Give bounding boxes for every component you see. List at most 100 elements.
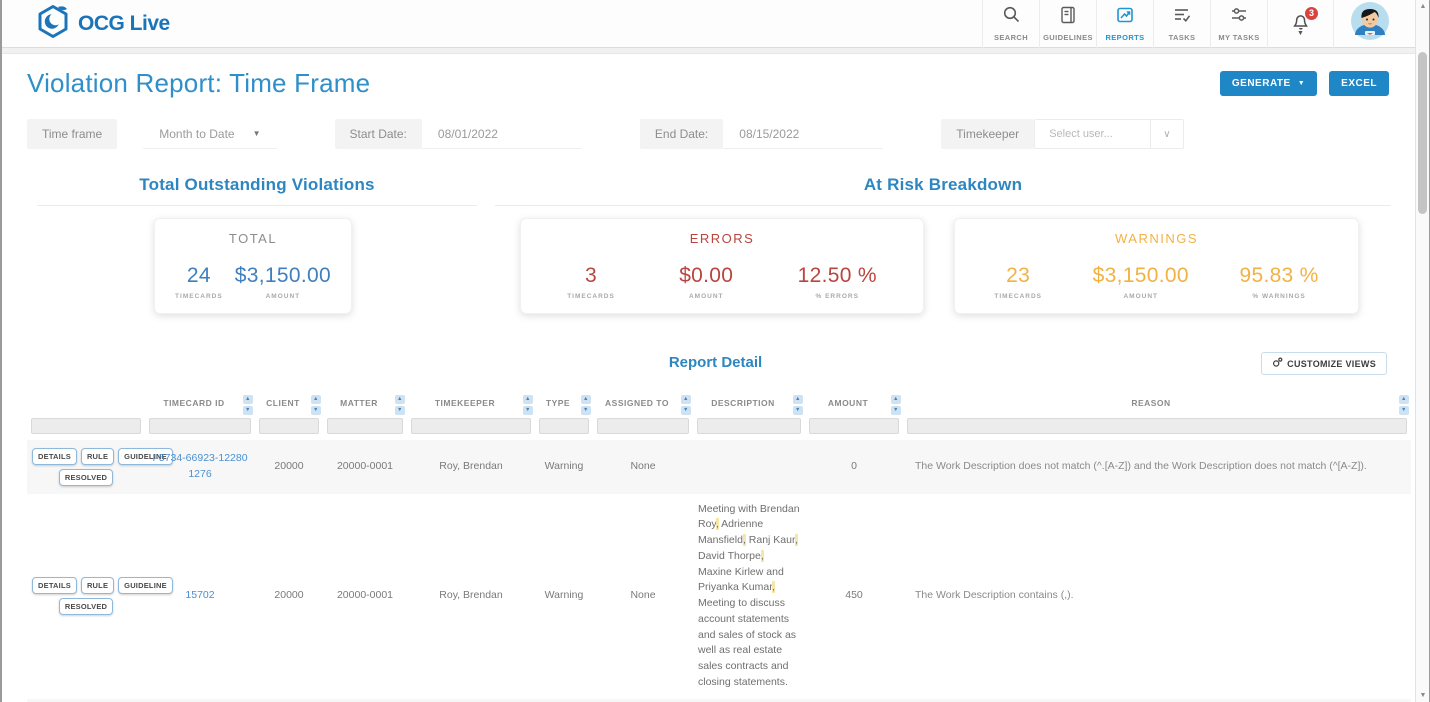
- type-cell: Warning: [535, 494, 593, 699]
- timecard-id-link[interactable]: 15702: [185, 589, 214, 601]
- main-nav: SEARCH GUIDELINES: [982, 0, 1405, 48]
- stat-timecards: 23 TIMECARDS: [994, 264, 1042, 300]
- nav-item-tasks[interactable]: TASKS: [1153, 0, 1210, 48]
- assigned-to-cell: None: [593, 494, 693, 699]
- end-date-label: End Date:: [640, 119, 723, 149]
- col-matter[interactable]: MATTER▲▼: [323, 392, 407, 413]
- rule-button[interactable]: RULE: [81, 448, 114, 465]
- nav-item-guidelines[interactable]: GUIDELINES: [1039, 0, 1096, 48]
- excel-button[interactable]: EXCEL: [1329, 71, 1389, 96]
- scroll-up-icon[interactable]: ▲: [1416, 3, 1430, 10]
- sort-buttons[interactable]: ▲▼: [311, 395, 321, 415]
- filter-actions-input[interactable]: [31, 418, 141, 434]
- notifications-button[interactable]: ▼ 3: [1267, 0, 1333, 48]
- user-menu[interactable]: [1333, 0, 1405, 48]
- details-button[interactable]: DETAILS: [32, 577, 77, 594]
- ocg-logo-icon: [36, 4, 70, 43]
- chevron-down-icon: ▼: [253, 129, 261, 138]
- errors-card-title: ERRORS: [521, 231, 923, 246]
- sort-buttons[interactable]: ▲▼: [523, 395, 533, 415]
- guideline-button[interactable]: GUIDELINE: [118, 577, 173, 594]
- assigned-to-cell: None: [593, 440, 693, 494]
- timecard-id-link[interactable]: I-5734-66923-122801276: [152, 452, 247, 480]
- col-description[interactable]: DESCRIPTION▲▼: [693, 392, 805, 413]
- end-date-input[interactable]: 08/15/2022: [723, 119, 883, 149]
- brand-logo[interactable]: OCG Live: [36, 4, 170, 43]
- actions-cell: DETAILS RULE GUIDELINE RESOLVED: [27, 440, 145, 494]
- actions-cell: DETAILS RULE GUIDELINE RESOLVED: [27, 494, 145, 699]
- start-date-input[interactable]: 08/01/2022: [422, 119, 582, 149]
- filter-timecard-input[interactable]: [149, 418, 251, 434]
- top-bar: OCG Live SEARCH GUID: [2, 0, 1429, 48]
- nav-label: REPORTS: [1105, 33, 1144, 42]
- stat-amount: $3,150.00 AMOUNT: [1093, 264, 1189, 300]
- timekeeper-select[interactable]: Select user... ∨: [1034, 119, 1183, 149]
- details-button[interactable]: DETAILS: [32, 448, 77, 465]
- filter-row: [27, 413, 1411, 440]
- nav-item-my-tasks[interactable]: MY TASKS: [1210, 0, 1267, 48]
- timekeeper-cell: Roy, Brendan: [407, 440, 535, 494]
- vertical-scrollbar[interactable]: ▲ ▼: [1415, 0, 1429, 702]
- nav-label: SEARCH: [994, 33, 1028, 42]
- filter-timekeeper-input[interactable]: [411, 418, 531, 434]
- col-client[interactable]: CLIENT▲▼: [255, 392, 323, 413]
- errors-card: ERRORS 3 TIMECARDS $0.00 AMOUNT 12.50 % …: [520, 218, 924, 314]
- filter-type-input[interactable]: [539, 418, 589, 434]
- bell-caret-icon: ▼: [1297, 30, 1304, 37]
- nav-label: TASKS: [1169, 33, 1196, 42]
- sort-buttons[interactable]: ▲▼: [395, 395, 405, 415]
- actions-column-header: [27, 392, 145, 413]
- client-cell: 20000: [255, 440, 323, 494]
- assigned-to-cell: None: [593, 699, 693, 702]
- divider: [37, 205, 477, 206]
- sort-buttons[interactable]: ▲▼: [793, 395, 803, 415]
- avatar: [1351, 2, 1389, 45]
- type-cell: Warning: [535, 440, 593, 494]
- scroll-down-icon[interactable]: ▼: [1416, 692, 1430, 699]
- total-card-title: TOTAL: [155, 231, 351, 246]
- description-cell: Meeting with Brendan Roy, Adrienne Mansf…: [693, 494, 805, 699]
- timekeeper-label: Timekeeper: [941, 119, 1034, 149]
- customize-views-button[interactable]: CUSTOMIZE VIEWS: [1261, 352, 1387, 375]
- sort-buttons[interactable]: ▲▼: [243, 395, 253, 415]
- filter-assigned-input[interactable]: [597, 418, 689, 434]
- nav-item-reports[interactable]: REPORTS: [1096, 0, 1153, 48]
- resolved-button[interactable]: RESOLVED: [59, 598, 113, 615]
- sort-buttons[interactable]: ▲▼: [1399, 395, 1409, 415]
- client-cell: 20000: [255, 494, 323, 699]
- matter-cell: 20000-0001: [323, 440, 407, 494]
- sort-buttons[interactable]: ▲▼: [681, 395, 691, 415]
- reason-cell: The Work Description contains (,).: [903, 494, 1411, 699]
- col-amount[interactable]: AMOUNT▲▼: [805, 392, 903, 413]
- filter-matter-input[interactable]: [327, 418, 403, 434]
- amount-cell: 0: [805, 440, 903, 494]
- timecard-id-cell: I-5734-66923-169985570: [145, 699, 255, 702]
- brand-name: OCG Live: [78, 12, 170, 36]
- generate-button[interactable]: GENERATE ▼: [1220, 71, 1317, 96]
- timekeeper-cell: Roy, Brendan: [407, 699, 535, 702]
- filter-reason-input[interactable]: [907, 418, 1407, 434]
- filter-amount-input[interactable]: [809, 418, 899, 434]
- notification-badge: 3: [1304, 6, 1319, 21]
- col-type[interactable]: TYPE▲▼: [535, 392, 593, 413]
- sort-buttons[interactable]: ▲▼: [581, 395, 591, 415]
- time-frame-select[interactable]: Month to Date ▼: [143, 119, 276, 149]
- matter-cell: 20000-0001: [323, 494, 407, 699]
- client-cell: [255, 699, 323, 702]
- chevron-down-icon: ∨: [1150, 120, 1182, 148]
- col-timekeeper[interactable]: TIMEKEEPER▲▼: [407, 392, 535, 413]
- nav-item-search[interactable]: SEARCH: [982, 0, 1039, 48]
- col-assigned-to[interactable]: ASSIGNED TO▲▼: [593, 392, 693, 413]
- filter-description-input[interactable]: [697, 418, 801, 434]
- sort-buttons[interactable]: ▲▼: [891, 395, 901, 415]
- total-outstanding-title: Total Outstanding Violations: [37, 175, 477, 195]
- filter-client-input[interactable]: [259, 418, 319, 434]
- report-detail-title: Report Detail: [2, 354, 1429, 371]
- col-timecard-id[interactable]: TIMECARD ID▲▼: [145, 392, 255, 413]
- report-table: TIMECARD ID▲▼ CLIENT▲▼ MATTER▲▼ TIMEKEEP…: [27, 392, 1411, 702]
- resolved-button[interactable]: RESOLVED: [59, 469, 113, 486]
- rule-button[interactable]: RULE: [81, 577, 114, 594]
- table-row: DETAILS RULE GUIDELINE RESOLVED I-5734-6…: [27, 699, 1411, 702]
- col-reason[interactable]: REASON▲▼: [903, 392, 1411, 413]
- scrollbar-thumb[interactable]: [1418, 52, 1427, 214]
